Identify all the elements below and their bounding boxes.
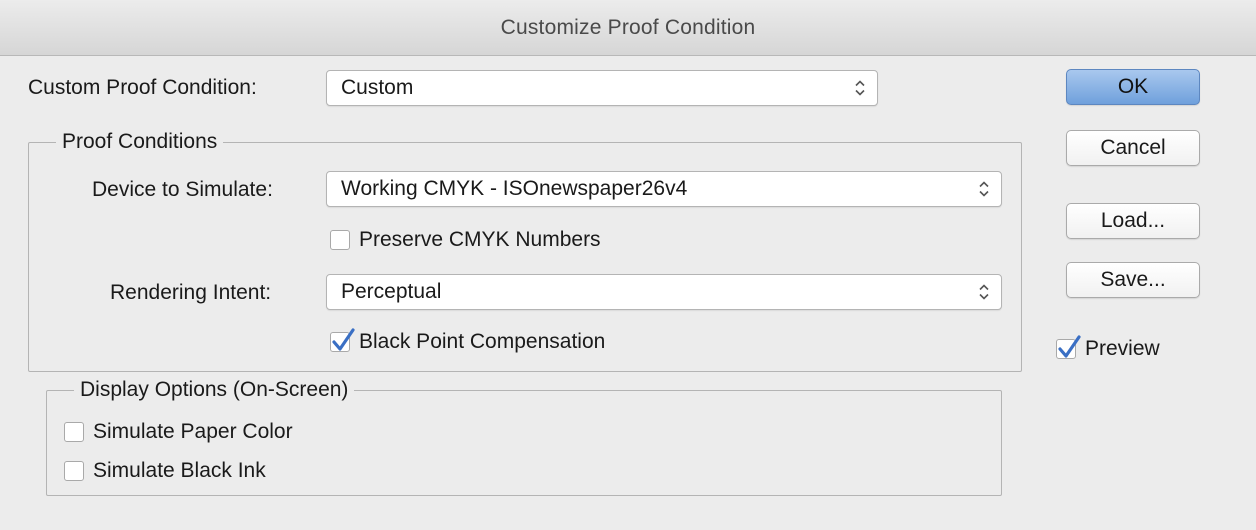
cancel-button[interactable]: Cancel [1066, 130, 1200, 166]
device-to-simulate-label: Device to Simulate: [92, 178, 273, 201]
rendering-intent-label: Rendering Intent: [110, 281, 272, 304]
preserve-cmyk-numbers-checkbox[interactable]: Preserve CMYK Numbers [330, 228, 601, 252]
load-button[interactable]: Load... [1066, 203, 1200, 239]
simulate-paper-color-checkbox[interactable]: Simulate Paper Color [64, 420, 293, 444]
rendering-intent-select[interactable]: Perceptual [326, 274, 1002, 310]
custom-proof-condition-label: Custom Proof Condition: [28, 76, 257, 99]
checkmark-icon [1058, 335, 1081, 358]
black-point-compensation-checkbox[interactable]: Black Point Compensation [330, 328, 606, 354]
up-down-chevron-icon [855, 80, 865, 96]
simulate-black-ink-checkbox[interactable]: Simulate Black Ink [64, 459, 266, 483]
black-point-compensation-box[interactable] [330, 328, 355, 352]
device-to-simulate-select[interactable]: Working CMYK - ISOnewspaper26v4 [326, 171, 1002, 207]
up-down-chevron-icon [979, 181, 989, 197]
preview-label: Preview [1085, 337, 1160, 360]
proof-conditions-group-label: Proof Conditions [56, 130, 224, 154]
preserve-cmyk-numbers-box[interactable] [330, 230, 350, 250]
ok-button[interactable]: OK [1066, 69, 1200, 105]
preview-box[interactable] [1056, 335, 1081, 359]
up-down-chevron-icon [979, 284, 989, 300]
simulate-paper-color-box[interactable] [64, 422, 84, 442]
simulate-paper-color-label: Simulate Paper Color [93, 420, 293, 443]
customize-proof-condition-dialog: Customize Proof Condition Custom Proof C… [0, 0, 1256, 530]
preview-checkbox[interactable]: Preview [1056, 335, 1160, 361]
custom-proof-condition-value: Custom [341, 76, 414, 99]
custom-proof-condition-select[interactable]: Custom [326, 70, 878, 106]
rendering-intent-value: Perceptual [341, 280, 442, 303]
display-options-group-label: Display Options (On-Screen) [74, 378, 355, 402]
simulate-black-ink-label: Simulate Black Ink [93, 459, 266, 482]
title-bar: Customize Proof Condition [0, 0, 1256, 56]
simulate-black-ink-box[interactable] [64, 461, 84, 481]
checkmark-icon [332, 328, 355, 351]
window-title: Customize Proof Condition [500, 15, 756, 39]
preserve-cmyk-numbers-label: Preserve CMYK Numbers [359, 228, 601, 251]
save-button[interactable]: Save... [1066, 262, 1200, 298]
black-point-compensation-label: Black Point Compensation [359, 330, 606, 353]
device-to-simulate-value: Working CMYK - ISOnewspaper26v4 [341, 177, 688, 200]
